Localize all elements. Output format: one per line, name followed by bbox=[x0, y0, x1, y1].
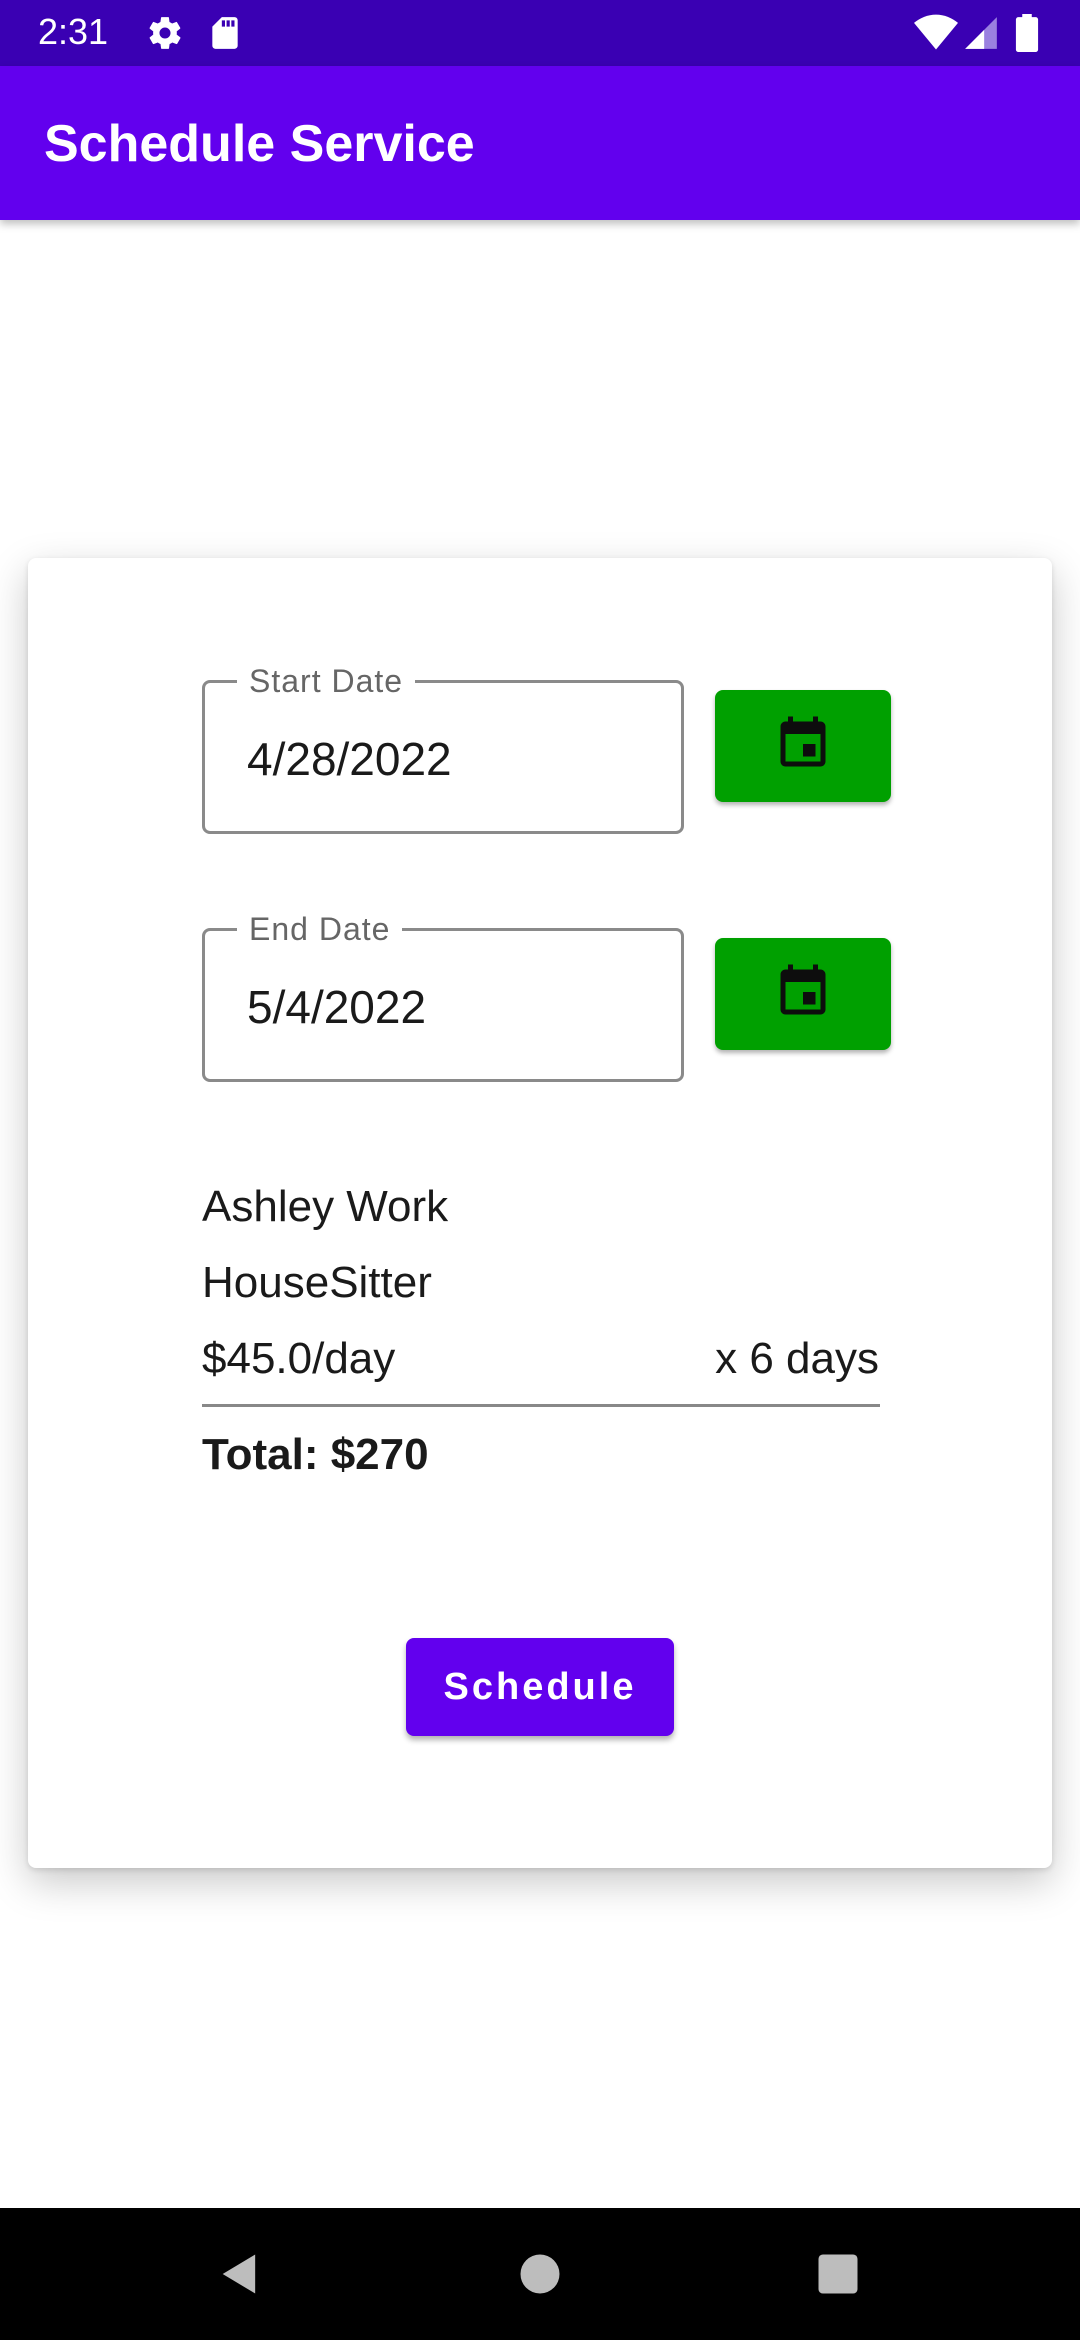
battery-icon bbox=[1012, 14, 1042, 52]
provider-name: Ashley Work bbox=[202, 1182, 449, 1231]
calendar-icon bbox=[773, 962, 833, 1027]
home-icon[interactable] bbox=[514, 2248, 566, 2300]
start-date-value[interactable]: 4/28/2022 bbox=[247, 731, 452, 787]
wifi-icon bbox=[914, 14, 958, 52]
app-bar: Schedule Service bbox=[0, 66, 1080, 220]
calendar-icon bbox=[773, 714, 833, 779]
start-date-field[interactable]: Start Date 4/28/2022 bbox=[202, 661, 684, 834]
page-title: Schedule Service bbox=[44, 115, 475, 173]
signal-icon bbox=[962, 14, 1000, 52]
end-date-picker-button[interactable] bbox=[715, 938, 891, 1050]
end-date-label: End Date bbox=[237, 909, 403, 949]
schedule-card: Start Date 4/28/2022 End Date 5/4/2022 A… bbox=[28, 558, 1052, 1868]
navigation-bar bbox=[0, 2208, 1080, 2340]
service-type: HouseSitter bbox=[202, 1258, 432, 1307]
daily-rate: $45.0/day bbox=[202, 1334, 396, 1383]
status-time: 2:31 bbox=[38, 11, 109, 52]
end-date-field[interactable]: End Date 5/4/2022 bbox=[202, 909, 684, 1082]
schedule-button[interactable]: Schedule bbox=[406, 1638, 674, 1736]
back-icon[interactable] bbox=[214, 2248, 266, 2300]
status-bar: 2:31 bbox=[0, 0, 1080, 66]
start-date-label: Start Date bbox=[237, 661, 416, 701]
end-date-value[interactable]: 5/4/2022 bbox=[247, 979, 426, 1035]
divider bbox=[202, 1404, 880, 1407]
gear-icon bbox=[146, 14, 184, 52]
total-price: Total: $270 bbox=[202, 1430, 429, 1479]
days-count: x 6 days bbox=[715, 1334, 879, 1383]
recents-icon[interactable] bbox=[812, 2248, 864, 2300]
start-date-picker-button[interactable] bbox=[715, 690, 891, 802]
sd-card-icon bbox=[206, 14, 244, 52]
